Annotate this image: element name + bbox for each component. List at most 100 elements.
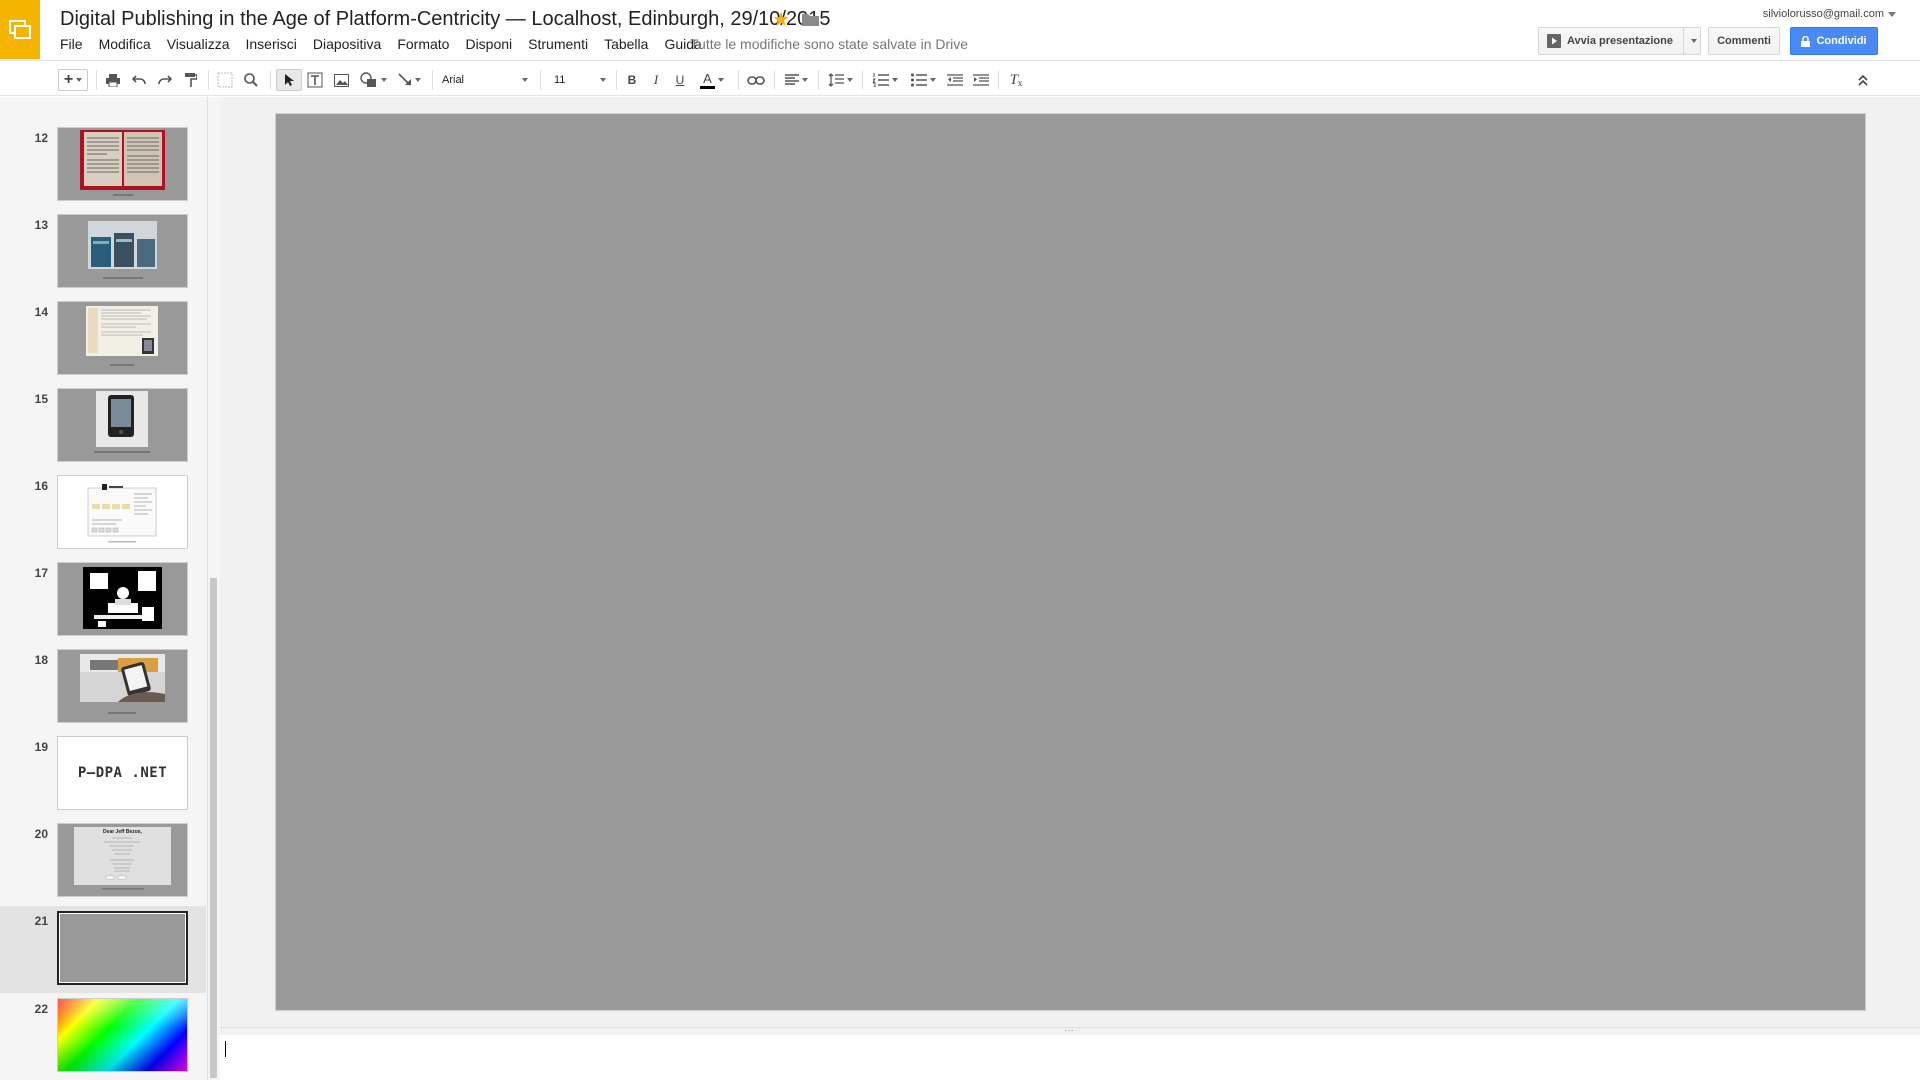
clear-formatting-icon[interactable]: Tx [1004, 69, 1028, 91]
comments-button[interactable]: Commenti [1708, 27, 1780, 55]
menu-edit[interactable]: Modifica [99, 36, 151, 52]
link-icon[interactable] [744, 69, 768, 91]
phone-photo-image [58, 650, 187, 722]
menu-arrange[interactable]: Disponi [465, 36, 512, 52]
slide-number: 19 [34, 740, 48, 754]
open-book-image [58, 128, 187, 200]
slide-preview [57, 301, 188, 375]
chevron-down-icon [414, 78, 421, 82]
present-label: Avvia presentazione [1567, 35, 1673, 47]
slide-preview [57, 911, 188, 985]
text-box-icon[interactable] [304, 69, 326, 91]
slide-number: 20 [34, 827, 48, 841]
numbered-list-icon[interactable] [868, 69, 902, 91]
slide-preview [57, 475, 188, 549]
shape-icon[interactable] [356, 69, 390, 91]
collapse-toolbar-icon[interactable] [1852, 69, 1874, 91]
slides-logo-icon[interactable] [0, 0, 40, 59]
image-icon[interactable] [330, 69, 352, 91]
account-dropdown-icon[interactable] [1888, 12, 1896, 17]
spectrum-overlay [58, 999, 187, 1071]
speaker-notes-area[interactable] [220, 1035, 1920, 1080]
slide-thumbnail-17[interactable]: 17 [0, 558, 206, 644]
slide-filmstrip[interactable]: 12 13 14 15 16 17 18 19 P—DPA .NET 20 De… [0, 97, 208, 1080]
slide-text: P—DPA .NET [77, 765, 168, 781]
slide-thumbnail-19[interactable]: 19 P—DPA .NET [0, 732, 206, 818]
font-size-value: 11 [554, 74, 566, 86]
add-slide-button[interactable]: + [58, 69, 88, 91]
lock-icon [1801, 35, 1811, 47]
menu-bar: File Modifica Visualizza Inserisci Diapo… [60, 36, 718, 52]
chevron-down-icon [891, 78, 898, 82]
select-cursor-icon[interactable] [276, 69, 302, 91]
folder-icon[interactable] [802, 13, 819, 26]
filmstrip-scrollbar-thumb[interactable] [210, 578, 217, 1078]
chevron-down-icon [846, 78, 853, 82]
underline-button[interactable]: U [670, 69, 690, 91]
grip-icon[interactable]: ··· [1064, 1026, 1074, 1036]
slide-thumbnail-22[interactable]: 22 [0, 994, 206, 1080]
slide-preview [57, 998, 188, 1072]
slide-number: 13 [34, 218, 48, 232]
slide-preview: P—DPA .NET [57, 736, 188, 810]
menu-tools[interactable]: Strumenti [528, 36, 588, 52]
slide-thumbnail-15[interactable]: 15 [0, 384, 206, 470]
fit-icon[interactable] [214, 69, 236, 91]
star-icon[interactable]: ★ [772, 8, 790, 32]
toolbar: + Arial 11 B I U A Tx [0, 60, 1920, 96]
font-family-value: Arial [442, 74, 465, 86]
present-button[interactable]: Avvia presentazione [1538, 27, 1684, 55]
bookshelf-image [58, 215, 187, 287]
menu-slide[interactable]: Diapositiva [313, 36, 381, 52]
slide-thumbnail[interactable] [0, 97, 206, 105]
present-dropdown-button[interactable] [1683, 27, 1701, 55]
increase-indent-icon[interactable] [970, 69, 992, 91]
slide-thumbnail-13[interactable]: 13 [0, 210, 206, 296]
slide-thumbnail-18[interactable]: 18 [0, 645, 206, 731]
save-status[interactable]: Tutte le modifiche sono state salvate in… [690, 36, 968, 52]
plus-icon: + [63, 71, 74, 88]
slide-number: 22 [34, 1002, 48, 1016]
paint-format-icon[interactable] [180, 69, 202, 91]
line-spacing-icon[interactable] [824, 69, 856, 91]
bold-button[interactable]: B [622, 69, 642, 91]
letter-text-lines [102, 837, 144, 890]
slide-thumbnail-20[interactable]: 20 Dear Jeff Bezos, [0, 819, 206, 905]
slide-number: 17 [34, 566, 48, 580]
menu-view[interactable]: Visualizza [167, 36, 230, 52]
slide-thumbnail-12[interactable]: 12 [0, 123, 206, 209]
account-email[interactable]: silviolorusso@gmail.com [1763, 8, 1884, 20]
bulleted-list-icon[interactable] [906, 69, 940, 91]
italic-button[interactable]: I [646, 69, 666, 91]
chevron-down-icon [380, 78, 387, 82]
current-slide[interactable] [276, 114, 1865, 1010]
slide-number: 16 [34, 479, 48, 493]
font-family-select[interactable]: Arial [440, 69, 530, 91]
document-title[interactable]: Digital Publishing in the Age of Platfor… [60, 8, 830, 31]
menu-insert[interactable]: Inserisci [245, 36, 296, 52]
slide-thumbnail-21[interactable]: 21 [0, 906, 206, 993]
menu-table[interactable]: Tabella [604, 36, 648, 52]
align-icon[interactable] [780, 69, 812, 91]
menu-file[interactable]: File [60, 36, 83, 52]
print-icon[interactable] [102, 69, 124, 91]
chevron-down-icon [1690, 39, 1697, 43]
redo-icon[interactable] [154, 69, 176, 91]
slide-thumbnail-14[interactable]: 14 [0, 297, 206, 383]
text-color-button[interactable]: A [694, 69, 730, 91]
slide-number: 18 [34, 653, 48, 667]
chevron-down-icon [801, 78, 808, 82]
slide-preview [57, 562, 188, 636]
menu-format[interactable]: Formato [397, 36, 449, 52]
decrease-indent-icon[interactable] [944, 69, 966, 91]
share-button[interactable]: Condividi [1790, 27, 1878, 55]
font-size-select[interactable]: 11 [552, 69, 608, 91]
zoom-icon[interactable] [240, 69, 262, 91]
slide-number: 15 [34, 392, 48, 406]
ereader-image [58, 389, 187, 461]
undo-icon[interactable] [128, 69, 150, 91]
slide-thumbnail-16[interactable]: 16 [0, 471, 206, 557]
line-icon[interactable] [392, 69, 426, 91]
share-label: Condividi [1816, 35, 1867, 47]
chevron-down-icon [522, 78, 528, 82]
